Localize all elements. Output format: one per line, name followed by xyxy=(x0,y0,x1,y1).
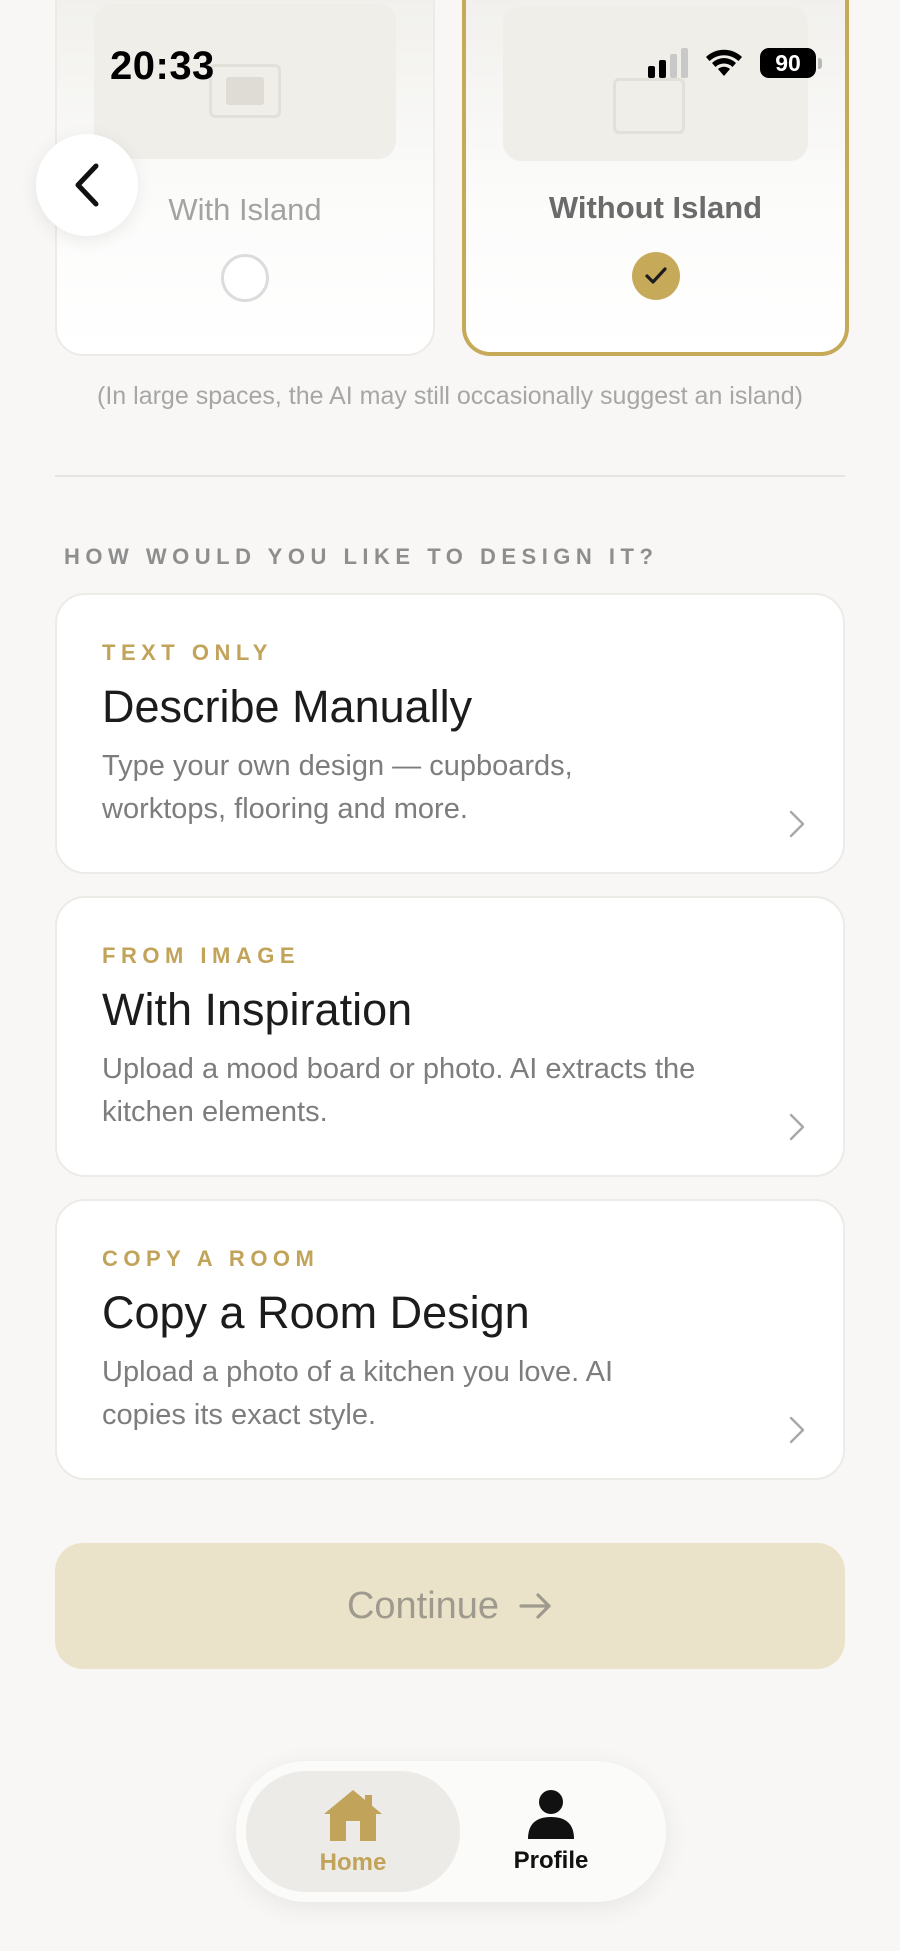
option-with-inspiration[interactable]: FROM IMAGE With Inspiration Upload a moo… xyxy=(55,896,845,1177)
option-title: With Inspiration xyxy=(102,984,413,1035)
chevron-right-icon xyxy=(789,810,805,838)
option-description: Type your own design — cupboards, workto… xyxy=(102,750,573,825)
tab-home[interactable]: Home xyxy=(246,1771,460,1892)
person-icon xyxy=(528,1789,574,1839)
tab-bar: Home Profile xyxy=(236,1761,666,1902)
continue-button[interactable]: Continue xyxy=(55,1543,845,1669)
home-icon xyxy=(324,1789,382,1841)
section-heading: HOW WOULD YOU LIKE TO DESIGN IT? xyxy=(64,544,659,569)
option-title: Describe Manually xyxy=(102,681,473,732)
without-island-radio[interactable] xyxy=(631,252,680,300)
option-title: Copy a Room Design xyxy=(102,1287,530,1338)
option-describe-manually[interactable]: TEXT ONLY Describe Manually Type your ow… xyxy=(55,593,845,874)
option-description: Upload a mood board or photo. AI extract… xyxy=(102,1053,696,1128)
continue-label: Continue xyxy=(346,1584,500,1627)
chevron-right-icon xyxy=(789,1113,805,1141)
wifi-icon xyxy=(706,49,742,76)
option-tag: FROM IMAGE xyxy=(102,943,300,968)
chevron-right-icon xyxy=(789,1416,805,1444)
option-tag: TEXT ONLY xyxy=(102,640,273,665)
battery-level: 90 xyxy=(760,48,816,78)
status-time: 20:33 xyxy=(110,44,215,88)
option-tag: COPY A ROOM xyxy=(102,1246,320,1271)
battery-icon: 90 xyxy=(760,48,822,78)
option-description: Upload a photo of a kitchen you love. AI… xyxy=(102,1356,614,1431)
back-button[interactable] xyxy=(36,134,138,236)
checkmark-icon xyxy=(644,267,667,284)
tab-profile[interactable]: Profile xyxy=(444,1771,658,1892)
island-note: (In large spaces, the AI may still occas… xyxy=(97,382,803,410)
arrow-right-icon xyxy=(519,1593,551,1619)
option-copy-room-design[interactable]: COPY A ROOM Copy a Room Design Upload a … xyxy=(55,1199,845,1480)
tab-profile-label: Profile xyxy=(513,1846,589,1874)
status-icons: 90 xyxy=(648,48,822,78)
tab-home-label: Home xyxy=(319,1848,387,1876)
signal-icon xyxy=(648,48,688,78)
with-island-radio[interactable] xyxy=(221,254,269,302)
without-island-label: Without Island xyxy=(548,190,763,225)
without-island-preview xyxy=(503,6,808,161)
chevron-left-icon xyxy=(75,163,99,207)
divider xyxy=(55,475,845,477)
